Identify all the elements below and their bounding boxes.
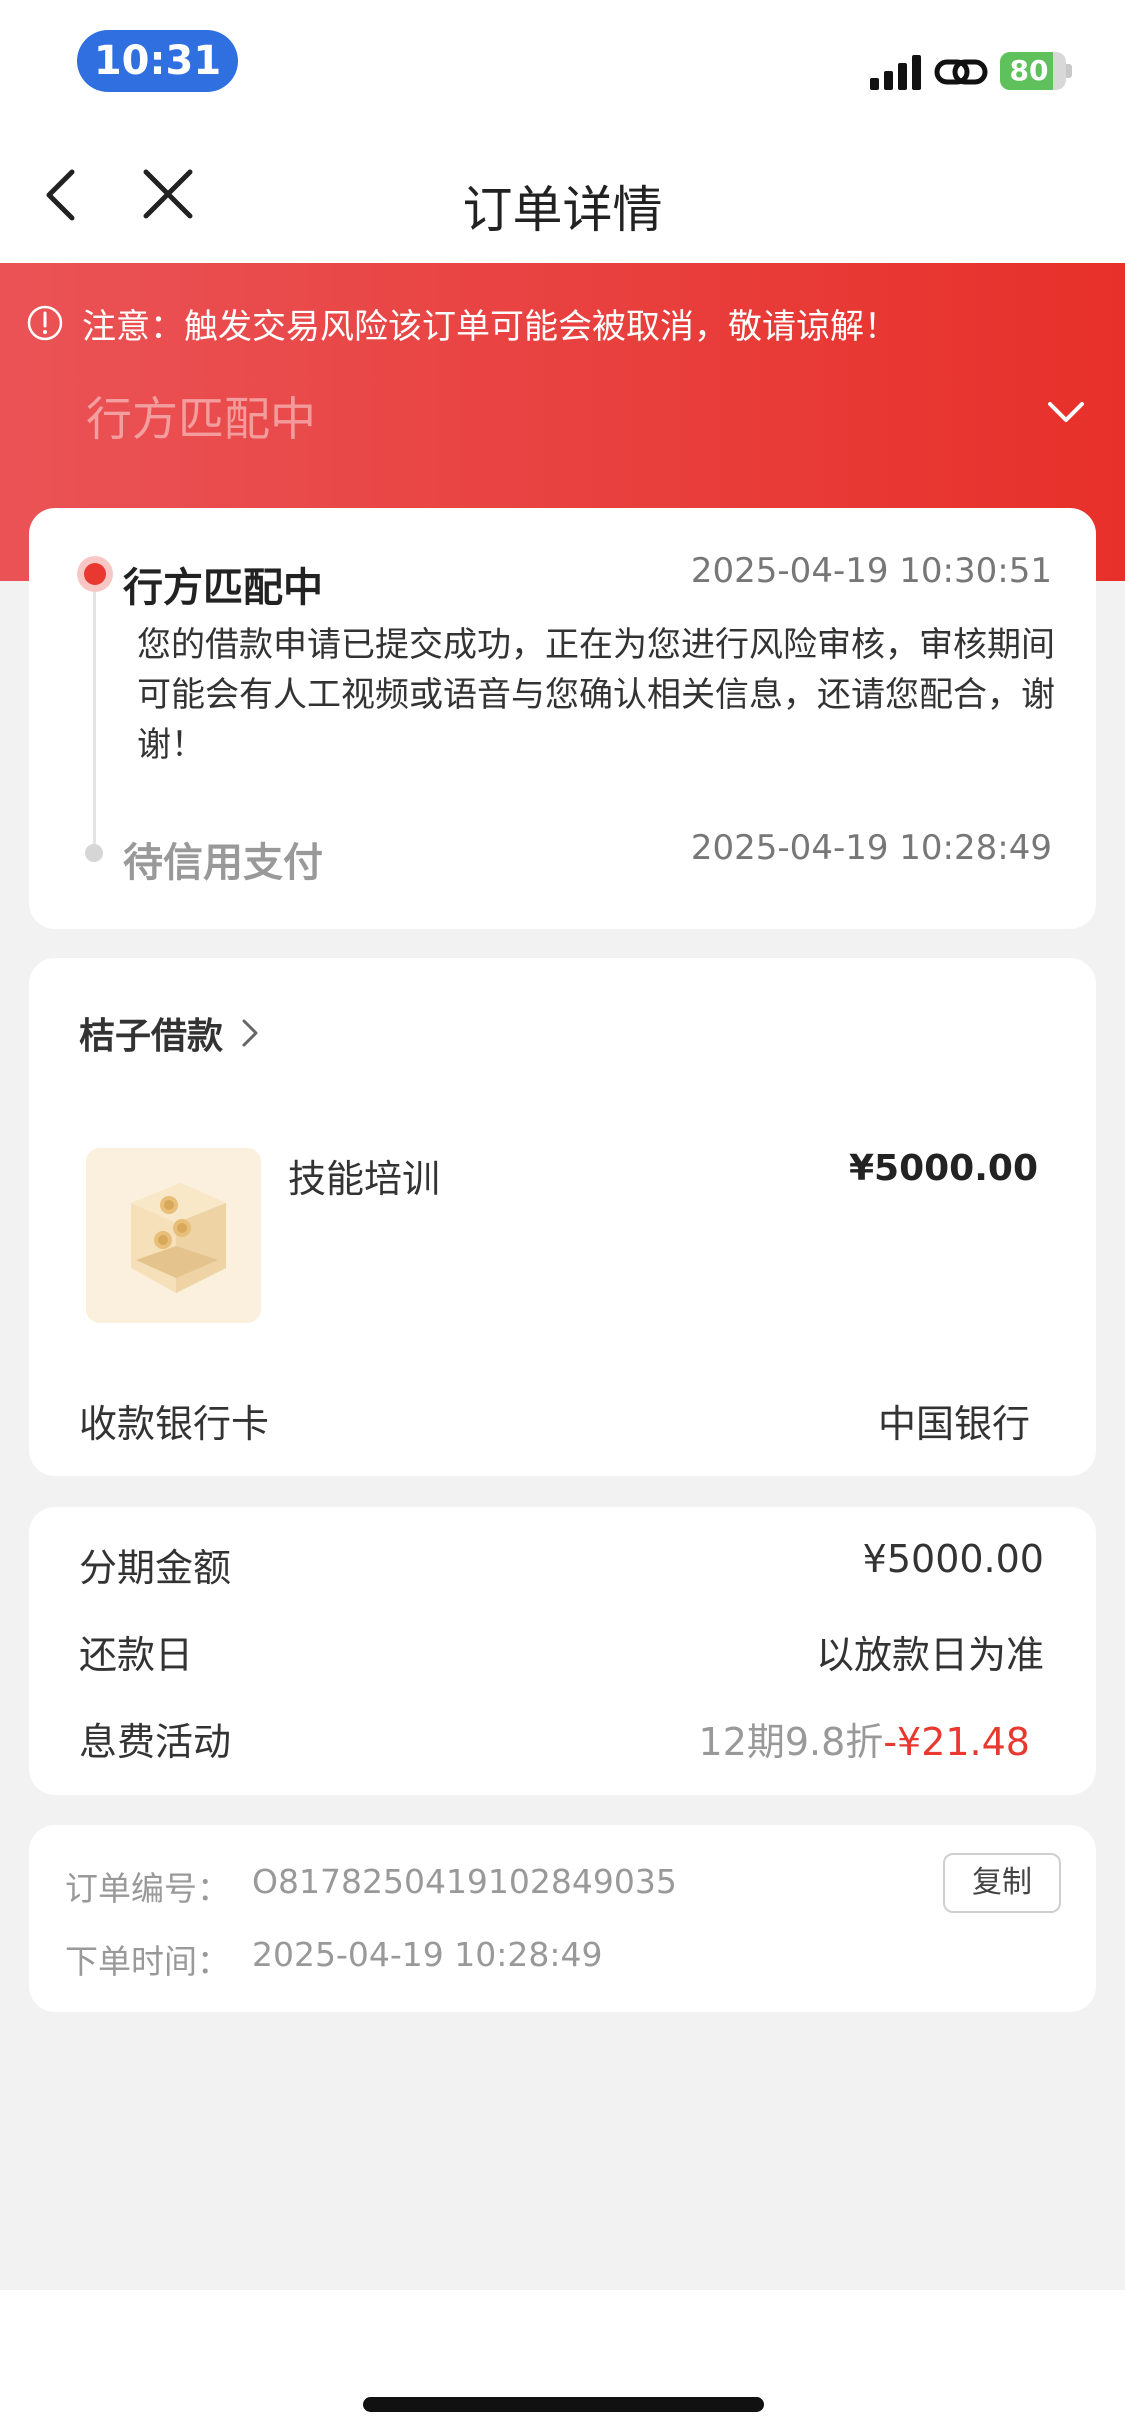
battery-charging-icon: 80 <box>1000 52 1072 90</box>
product-name: 技能培训 <box>288 1157 441 1201</box>
installment-card: 分期金额 ¥5000.00 还款日 以放款日为准 息费活动 12期9.8折-¥2… <box>29 1507 1096 1795</box>
signal-icon <box>870 55 921 90</box>
timeline-step-title: 待信用支付 <box>123 840 323 886</box>
fee-promo-text: 12期9.8折 <box>698 1720 884 1764</box>
fee-promo-label: 息费活动 <box>79 1720 232 1764</box>
order-number-label: 订单编号： <box>65 1869 230 1908</box>
merchant-name: 桔子借款 <box>79 1016 224 1057</box>
timeline-step-title: 行方匹配中 <box>123 565 323 611</box>
page-title: 订单详情 <box>462 181 663 239</box>
order-info-card: 订单编号： O8178250419102849035 复制 下单时间： 2025… <box>29 1825 1096 2012</box>
warning-row: 注意：触发交易风险该订单可能会被取消，敬请谅解！ <box>26 298 898 348</box>
battery-body: 80 <box>1000 52 1066 90</box>
link-icon <box>934 59 988 85</box>
timeline-step-description: 您的借款申请已提交成功，正在为您进行风险审核，审核期间可能会有人工视频或语音与您… <box>137 625 1055 765</box>
battery-cap <box>1066 64 1072 78</box>
installment-amount-value: ¥5000.00 <box>862 1537 1044 1581</box>
chevron-down-icon[interactable] <box>1042 388 1090 436</box>
merchant-link[interactable]: 桔子借款 <box>79 1008 265 1058</box>
fee-promo-value: 12期9.8折-¥21.48 <box>699 1711 1030 1766</box>
timeline-card: 行方匹配中 2025-04-19 10:30:51 您的借款申请已提交成功，正在… <box>29 508 1096 929</box>
timeline-dot-active <box>77 556 113 592</box>
installment-amount-label: 分期金额 <box>79 1546 232 1590</box>
chevron-right-icon <box>242 1019 258 1047</box>
order-number-value: O8178250419102849035 <box>252 1862 677 1901</box>
home-indicator[interactable] <box>363 2397 764 2412</box>
copy-button[interactable]: 复制 <box>943 1853 1061 1913</box>
timeline-line <box>93 576 96 844</box>
repay-day-value: 以放款日为准 <box>815 1633 1044 1677</box>
repay-day-label: 还款日 <box>79 1633 194 1677</box>
fee-promo-amount: -¥21.48 <box>883 1720 1030 1764</box>
warning-text: 注意：触发交易风险该订单可能会被取消，敬请谅解！ <box>82 306 898 347</box>
battery-level: 80 <box>1009 54 1049 87</box>
nav-bar: 订单详情 <box>0 130 1125 263</box>
warning-circle-icon <box>27 305 63 341</box>
timeline-step-time: 2025-04-19 10:28:49 <box>690 828 1052 868</box>
order-time-value: 2025-04-19 10:28:49 <box>252 1935 603 1974</box>
bank-label: 收款银行卡 <box>79 1402 270 1446</box>
coin-box-icon <box>86 1148 261 1323</box>
bank-value: 中国银行 <box>877 1402 1030 1446</box>
status-bar: 10:31 80 <box>0 0 1125 130</box>
status-time: 10:31 <box>77 30 238 92</box>
product-price: ¥5000.00 <box>848 1148 1038 1189</box>
merchant-card: 桔子借款 技能培训 ¥5000.00 收款银行卡 中国银行 <box>29 958 1096 1476</box>
timeline-step-time: 2025-04-19 10:30:51 <box>690 551 1052 591</box>
timeline-dot-inactive <box>85 844 103 862</box>
bottom-bar <box>0 2290 1125 2435</box>
order-time-label: 下单时间： <box>65 1942 230 1981</box>
banner-status: 行方匹配中 <box>86 392 316 446</box>
